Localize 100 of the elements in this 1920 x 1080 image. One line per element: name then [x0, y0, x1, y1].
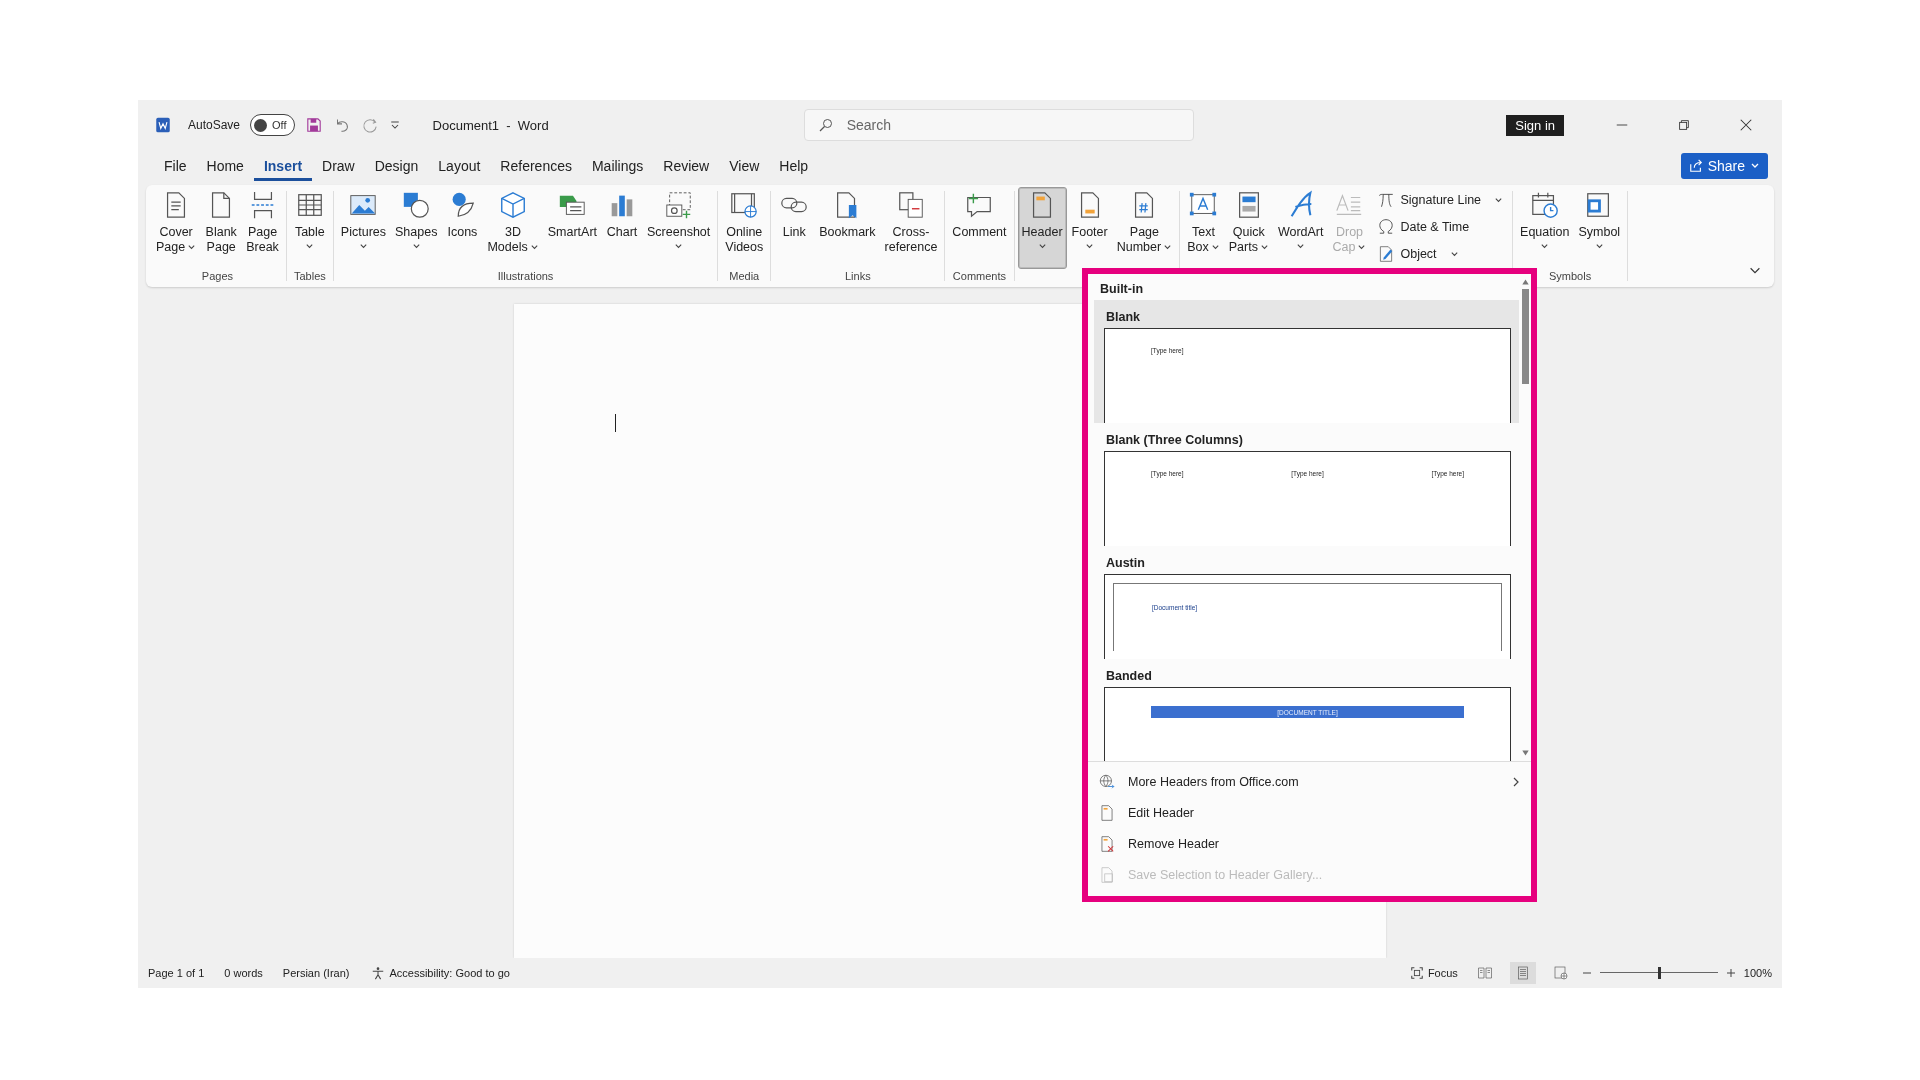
save-to-gallery-icon	[1098, 865, 1116, 884]
ribbon-tab[interactable]: Help	[769, 151, 819, 181]
redo-icon[interactable]	[360, 116, 379, 134]
focus-icon	[1409, 966, 1424, 980]
ribbon-button[interactable]: Bookmark	[815, 187, 880, 269]
group-label: Media	[729, 269, 760, 284]
ribbon-button[interactable]: Pictures	[336, 187, 390, 269]
ribbon-button[interactable]: Cover Page	[152, 187, 201, 269]
ribbon-tab[interactable]: Layout	[428, 151, 491, 181]
search-icon	[817, 117, 834, 133]
gallery-item-title: Austin	[1105, 555, 1146, 572]
ribbon-button[interactable]: Cross- reference	[880, 187, 942, 269]
status-text: Persian (Iran)	[282, 967, 350, 979]
caret-icon	[1085, 242, 1095, 251]
caret-icon	[358, 242, 368, 251]
restore-icon[interactable]	[1677, 118, 1691, 132]
focus-button[interactable]: Focus	[1407, 964, 1460, 982]
ribbon-button[interactable]: Comment	[948, 187, 1011, 269]
ribbon-tab[interactable]: View	[719, 151, 770, 181]
scroll-down-icon[interactable]	[1520, 749, 1530, 757]
menu-item[interactable]: More Headers from Office.com	[1088, 766, 1531, 797]
view-button[interactable]	[1509, 962, 1536, 984]
ribbon-button[interactable]: Text Box	[1183, 187, 1224, 269]
zoom-in-icon[interactable]	[1725, 968, 1736, 978]
sign-in-button[interactable]: Sign in	[1506, 114, 1564, 136]
ribbon-button[interactable]: Date & Time	[1375, 216, 1506, 238]
group-label: Illustrations	[497, 269, 554, 284]
caret-icon	[1210, 243, 1220, 252]
accessibility-icon	[371, 966, 386, 980]
ribbon-button[interactable]: Signature Line	[1375, 189, 1506, 211]
ribbon-tab[interactable]: Insert	[253, 151, 313, 181]
ribbon-tab[interactable]: Design	[364, 151, 429, 181]
ribbon-button[interactable]: Page Break	[242, 187, 283, 269]
ribbon-button[interactable]: Footer	[1067, 187, 1112, 269]
group-label: Tables	[293, 269, 326, 284]
ribbon-tab[interactable]: Review	[653, 151, 720, 181]
zoom-level[interactable]: 100%	[1743, 967, 1772, 979]
globe-icon	[1098, 772, 1116, 791]
scrollbar-thumb[interactable]	[1521, 289, 1529, 384]
status-text: 0 words	[224, 967, 263, 979]
ribbon-button[interactable]: Link	[774, 187, 815, 269]
menu-item[interactable]: Edit Header	[1088, 797, 1531, 828]
save-icon[interactable]	[304, 116, 323, 134]
text-cursor	[615, 414, 616, 432]
video-icon	[729, 190, 760, 220]
autosave-toggle[interactable]: Off	[250, 114, 295, 136]
ribbon-button[interactable]: Header	[1017, 187, 1067, 269]
ribbon-button[interactable]: 3D Models	[483, 187, 543, 269]
ribbon-button[interactable]: Icons	[442, 187, 483, 269]
caret-icon	[529, 243, 539, 252]
caret-icon	[1163, 243, 1173, 252]
gallery-item-title: Blank	[1105, 309, 1142, 326]
group-label: Pages	[201, 269, 234, 284]
group-label: Links	[844, 269, 871, 284]
menu-item[interactable]: Remove Header	[1088, 828, 1531, 859]
ribbon-tab[interactable]: References	[490, 151, 582, 181]
ribbon-button[interactable]: Quick Parts	[1224, 187, 1273, 269]
ribbon-button[interactable]: Table	[289, 187, 330, 269]
close-icon[interactable]	[1739, 118, 1753, 132]
ribbon-button[interactable]: Object	[1375, 243, 1506, 265]
page-icon	[1098, 803, 1116, 822]
section-heading: Built-in	[1099, 281, 1145, 298]
group-label: Symbols	[1549, 269, 1592, 284]
ribbon-button[interactable]: Equation	[1516, 187, 1574, 269]
ribbon-button[interactable]: Screenshot	[643, 187, 715, 269]
ribbon-tab[interactable]: Mailings	[581, 151, 654, 181]
scroll-up-icon[interactable]	[1520, 278, 1530, 286]
window-title: Document1 - Word	[432, 117, 549, 133]
group-label: Comments	[952, 269, 1007, 284]
ribbon-button[interactable]: WordArt	[1273, 187, 1328, 269]
shapes-icon	[401, 190, 432, 220]
accessibility-status[interactable]: Accessibility: Good to go	[369, 964, 512, 982]
caret-icon	[1037, 242, 1047, 251]
caret-icon	[1449, 249, 1459, 259]
ribbon-button[interactable]: SmartArt	[543, 187, 602, 269]
autosave-label: AutoSave	[188, 118, 241, 132]
ribbon-button[interactable]: Online Videos	[721, 187, 768, 269]
search-field[interactable]: Search	[803, 109, 1194, 141]
ribbon-tab[interactable]: Draw	[312, 151, 365, 181]
caret-icon	[1540, 242, 1550, 251]
word-logo-icon	[154, 116, 172, 134]
caret-icon	[1494, 195, 1504, 205]
share-icon	[1688, 159, 1703, 173]
ribbon-button[interactable]: Shapes	[391, 187, 442, 269]
ribbon-tab[interactable]: Home	[196, 151, 254, 181]
gallery-item-title: Blank (Three Columns)	[1105, 432, 1244, 449]
ribbon-tab[interactable]: File	[154, 151, 197, 181]
zoom-slider[interactable]	[1599, 966, 1718, 980]
caret-icon	[187, 243, 197, 252]
calendar-clock-icon	[1529, 190, 1560, 220]
read-mode-icon	[1476, 965, 1493, 981]
ribbon-button[interactable]: Symbol	[1574, 187, 1625, 269]
caret-icon	[1594, 242, 1604, 251]
share-button[interactable]: Share	[1680, 153, 1768, 179]
caret-icon	[1357, 243, 1367, 252]
ribbon-button[interactable]: Chart	[602, 187, 643, 269]
customize-caret-icon[interactable]	[388, 119, 401, 131]
ribbon-button[interactable]: Page Number	[1112, 187, 1177, 269]
ribbon-button[interactable]: Blank Page	[201, 187, 242, 269]
caret-icon	[1296, 242, 1306, 251]
